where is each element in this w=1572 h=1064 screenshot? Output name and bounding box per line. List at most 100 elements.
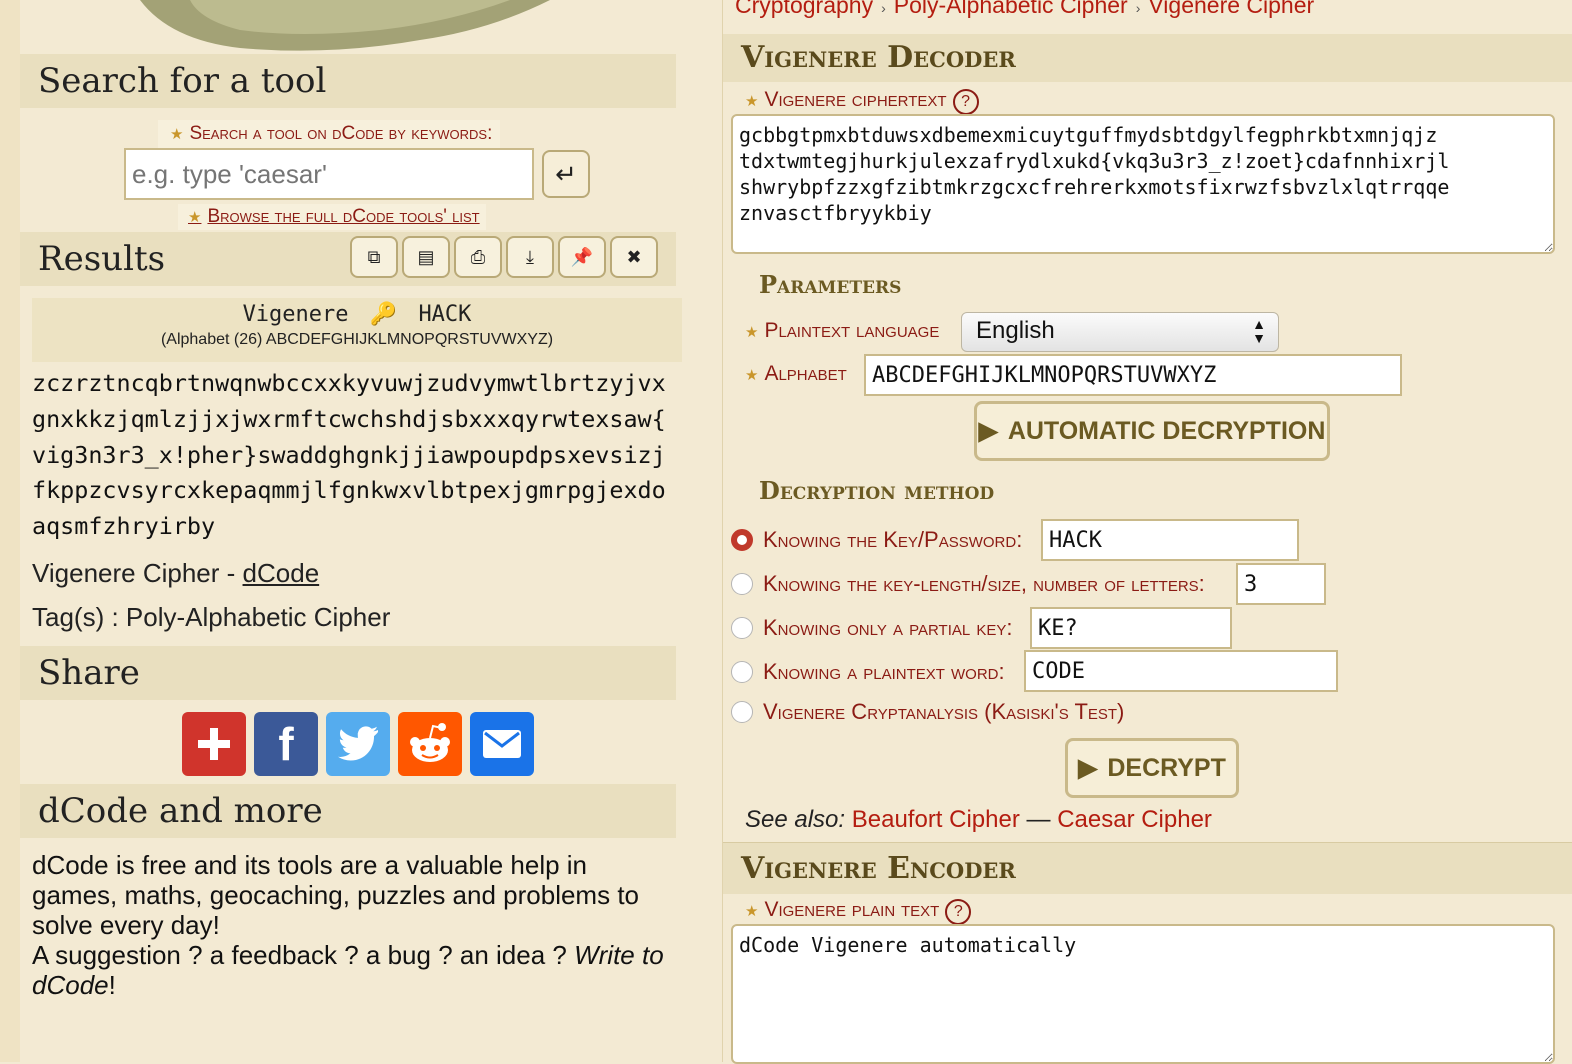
share-facebook-button[interactable]: f xyxy=(254,712,318,776)
mail-icon xyxy=(483,730,521,758)
automatic-decryption-label: AUTOMATIC DECRYPTION xyxy=(1007,416,1326,445)
beaufort-link[interactable]: Beaufort Cipher xyxy=(852,806,1020,833)
alphabet-input[interactable] xyxy=(864,354,1402,396)
more-text: dCode is free and its tools are a valuab… xyxy=(32,850,672,1000)
facebook-icon: f xyxy=(278,718,294,770)
print-button[interactable]: ⎙ xyxy=(454,236,502,278)
copy-icon: ⧉ xyxy=(367,246,381,267)
share-twitter-button[interactable] xyxy=(326,712,390,776)
breadcrumb-separator-icon: › xyxy=(881,0,886,16)
plus-icon xyxy=(198,728,230,760)
star-icon: ★ xyxy=(170,126,184,143)
result-source-prefix: Vigenere Cipher - xyxy=(32,558,243,588)
save-icon: ▤ xyxy=(417,246,435,267)
ciphertext-label-text: Vigenere ciphertext xyxy=(764,88,947,111)
result-plaintext: zczrztncqbrtnwqnwbccxxkyvuwjzudvymwtlbrt… xyxy=(32,369,666,541)
method-plaintextword-radio[interactable] xyxy=(731,661,753,683)
decoder-heading: Vigenere Decoder xyxy=(723,34,1572,82)
close-icon: ✖ xyxy=(626,246,642,267)
print-icon: ⎙ xyxy=(470,246,486,267)
method-partialkey-label: Knowing only a partial key: xyxy=(763,615,1013,640)
automatic-decryption-button[interactable]: ▶ AUTOMATIC DECRYPTION xyxy=(974,401,1330,461)
star-icon: ★ xyxy=(745,324,759,341)
language-value: English xyxy=(976,317,1055,344)
plaintextword-input[interactable] xyxy=(1024,650,1338,692)
play-icon: ▶ xyxy=(1078,754,1098,782)
method-keylength-radio[interactable] xyxy=(731,573,753,595)
method-key-radio[interactable] xyxy=(731,529,753,551)
download-icon: ⤓ xyxy=(526,246,534,267)
result-method: Vigenere xyxy=(242,302,349,327)
reddit-icon xyxy=(410,723,450,762)
breadcrumb: Cryptography › Poly-Alphabetic Cipher › Vige… xyxy=(735,0,1314,19)
star-icon: ★ xyxy=(188,209,202,226)
search-heading: Search for a tool xyxy=(20,54,676,108)
pin-button[interactable]: 📌 xyxy=(558,236,606,278)
caesar-link[interactable]: Caesar Cipher xyxy=(1057,806,1212,833)
main-panel: Cryptography › Poly-Alphabetic Cipher › Vige… xyxy=(722,0,1572,1064)
method-keylength-label: Knowing the key-length/size, number of l… xyxy=(763,571,1205,596)
more-heading: dCode and more xyxy=(20,784,676,838)
see-also: See also: Beaufort Cipher — Caesar Ciphe… xyxy=(745,806,1212,834)
partialkey-input[interactable] xyxy=(1030,607,1232,649)
help-icon[interactable]: ? xyxy=(945,899,972,925)
method-plaintextword-label: Knowing a plaintext word: xyxy=(763,659,1005,684)
plaintext-textarea[interactable]: dCode Vigenere automatically xyxy=(731,924,1555,1064)
help-icon[interactable]: ? xyxy=(952,89,979,115)
parameters-heading: Parameters xyxy=(759,270,902,299)
keylength-input[interactable] xyxy=(1236,563,1326,605)
decrypt-label: DECRYPT xyxy=(1107,753,1226,782)
result-alphabet: (Alphabet (26) ABCDEFGHIJKLMNOPQRSTUVWXY… xyxy=(160,331,554,348)
share-reddit-button[interactable] xyxy=(398,712,462,776)
see-also-label: See also: xyxy=(745,806,846,833)
encoder-heading: Vigenere Encoder xyxy=(723,842,1572,894)
star-icon: ★ xyxy=(745,903,759,920)
share-more-button[interactable] xyxy=(182,712,246,776)
breadcrumb-cryptography[interactable]: Cryptography xyxy=(735,0,873,18)
result-header: Vigenere 🔑 HACK (Alphabet (26) ABCDEFGHI… xyxy=(32,298,682,362)
browse-tools-link[interactable]: ★ Browse the full dCode tools' list xyxy=(178,204,486,230)
breadcrumb-poly-alphabetic[interactable]: Poly-Alphabetic Cipher xyxy=(894,0,1128,18)
share-heading: Share xyxy=(20,646,676,700)
enter-icon: ↵ xyxy=(555,158,577,189)
language-select[interactable]: English ▲ ▼ xyxy=(961,312,1279,352)
plaintext-label-text: Vigenere plain text xyxy=(764,898,940,921)
alphabet-label: ★ Alphabet xyxy=(745,362,847,386)
key-icon: 🔑 xyxy=(369,302,398,327)
more-exclaim: ! xyxy=(108,970,116,1000)
dcode-link[interactable]: dCode xyxy=(243,558,320,588)
download-button[interactable]: ⤓ xyxy=(506,236,554,278)
search-label-text: Search a tool on dCode by keywords: xyxy=(189,123,493,144)
result-tags: Tag(s) : Poly-Alphabetic Cipher xyxy=(32,602,391,632)
see-also-separator: — xyxy=(1019,806,1058,833)
ciphertext-textarea[interactable]: gcbbgtpmxbtduwsxdbemexmicuytguffmydsbtdg… xyxy=(731,114,1555,254)
share-mail-button[interactable] xyxy=(470,712,534,776)
left-sidebar: Search for a tool ★ Search a tool on dCod… xyxy=(0,0,700,1062)
copy-button[interactable]: ⧉ xyxy=(350,236,398,278)
more-suggestion: A suggestion ? a feedback ? a bug ? an i… xyxy=(32,940,575,970)
star-icon: ★ xyxy=(745,93,759,110)
method-key-label: Knowing the Key/Password: xyxy=(763,527,1023,552)
breadcrumb-separator-icon: › xyxy=(1135,0,1141,16)
browse-tools-text: Browse the full dCode tools' list xyxy=(207,206,480,227)
method-partialkey-radio[interactable] xyxy=(731,617,753,639)
play-icon: ▶ xyxy=(978,417,998,445)
method-cryptanalysis-radio[interactable] xyxy=(731,701,753,723)
search-submit-button[interactable]: ↵ xyxy=(542,150,590,198)
result-source: Vigenere Cipher - dCode xyxy=(32,558,319,589)
breadcrumb-vigenere[interactable]: Vigenere Cipher xyxy=(1148,0,1314,18)
select-arrows-icon: ▲ ▼ xyxy=(1252,316,1266,346)
search-input[interactable] xyxy=(124,148,534,200)
language-label-text: Plaintext language xyxy=(764,319,940,342)
more-description: dCode is free and its tools are a valuab… xyxy=(32,850,640,940)
method-heading: Decryption method xyxy=(759,476,995,505)
method-cryptanalysis-label: Vigenere Cryptanalysis (Kasiski's Test) xyxy=(763,699,1125,724)
save-button[interactable]: ▤ xyxy=(402,236,450,278)
decrypt-button[interactable]: ▶ DECRYPT xyxy=(1065,738,1239,798)
close-button[interactable]: ✖ xyxy=(610,236,658,278)
search-label: ★ Search a tool on dCode by keywords: xyxy=(158,120,501,148)
plaintext-label: ★ Vigenere plain text? xyxy=(745,898,972,925)
alphabet-label-text: Alphabet xyxy=(764,362,847,385)
ciphertext-label: ★ Vigenere ciphertext? xyxy=(745,88,979,115)
key-input[interactable] xyxy=(1041,519,1299,561)
